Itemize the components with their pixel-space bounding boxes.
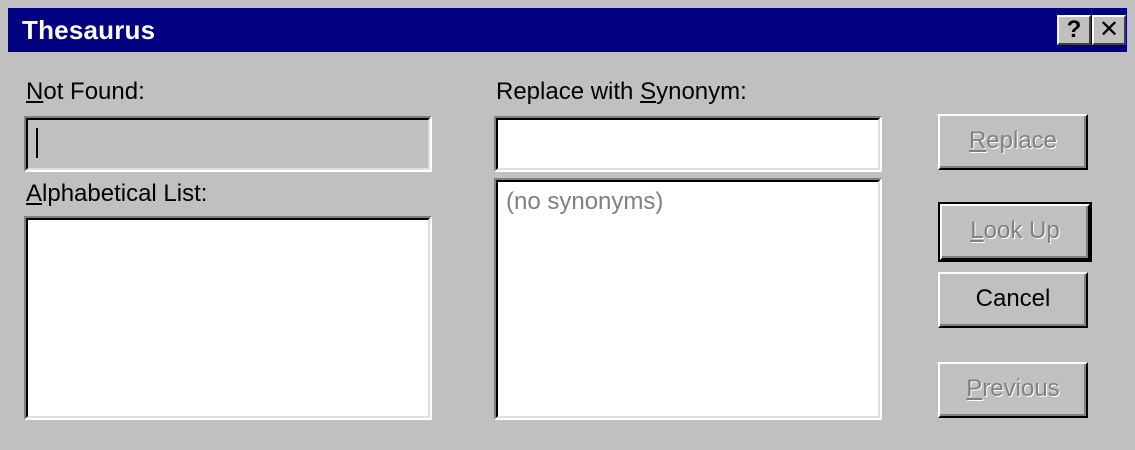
replace-label-text: ynonym:	[656, 78, 747, 105]
replace-label-mnemonic: S	[640, 78, 657, 105]
text-caret	[36, 128, 38, 158]
look-up-button[interactable]: Look Up	[938, 202, 1092, 262]
not-found-field[interactable]	[24, 116, 432, 172]
replace-with-synonym-input[interactable]	[494, 116, 882, 172]
close-button[interactable]: ✕	[1092, 15, 1126, 45]
look-up-button-bevel	[942, 206, 1088, 258]
thesaurus-dialog: Thesaurus ? ✕ Not Found: Alphabetical Li…	[0, 0, 1135, 450]
cancel-button[interactable]: Cancel	[938, 272, 1088, 328]
replace-label-prefix: Replace with	[496, 78, 641, 105]
previous-button-bevel	[940, 364, 1086, 416]
alphabetical-label-mnemonic: A	[26, 180, 43, 207]
title-bar[interactable]: Thesaurus ? ✕	[8, 8, 1127, 52]
not-found-label: Not Found:	[26, 78, 145, 106]
help-button[interactable]: ?	[1057, 15, 1091, 45]
question-mark-icon: ?	[1066, 16, 1082, 43]
not-found-field-border	[26, 118, 430, 170]
window-title: Thesaurus	[22, 15, 156, 45]
alphabetical-list-border	[26, 218, 430, 418]
replace-with-synonym-label: Replace with Synonym:	[496, 78, 747, 106]
previous-button[interactable]: Previous	[938, 362, 1088, 418]
replace-button-bevel	[940, 116, 1086, 168]
close-icon: ✕	[1098, 16, 1120, 43]
not-found-label-mnemonic: N	[26, 78, 44, 105]
alphabetical-list[interactable]	[24, 216, 432, 420]
no-synonyms-text: (no synonyms)	[506, 188, 664, 215]
alphabetical-label-text: lphabetical List:	[42, 180, 208, 207]
not-found-label-text: ot Found:	[43, 78, 145, 105]
replace-button[interactable]: Replace	[938, 114, 1088, 170]
replace-field-border	[496, 118, 880, 170]
cancel-button-bevel	[940, 274, 1086, 326]
synonym-list[interactable]: (no synonyms)	[494, 178, 882, 420]
alphabetical-list-label: Alphabetical List:	[26, 180, 207, 208]
